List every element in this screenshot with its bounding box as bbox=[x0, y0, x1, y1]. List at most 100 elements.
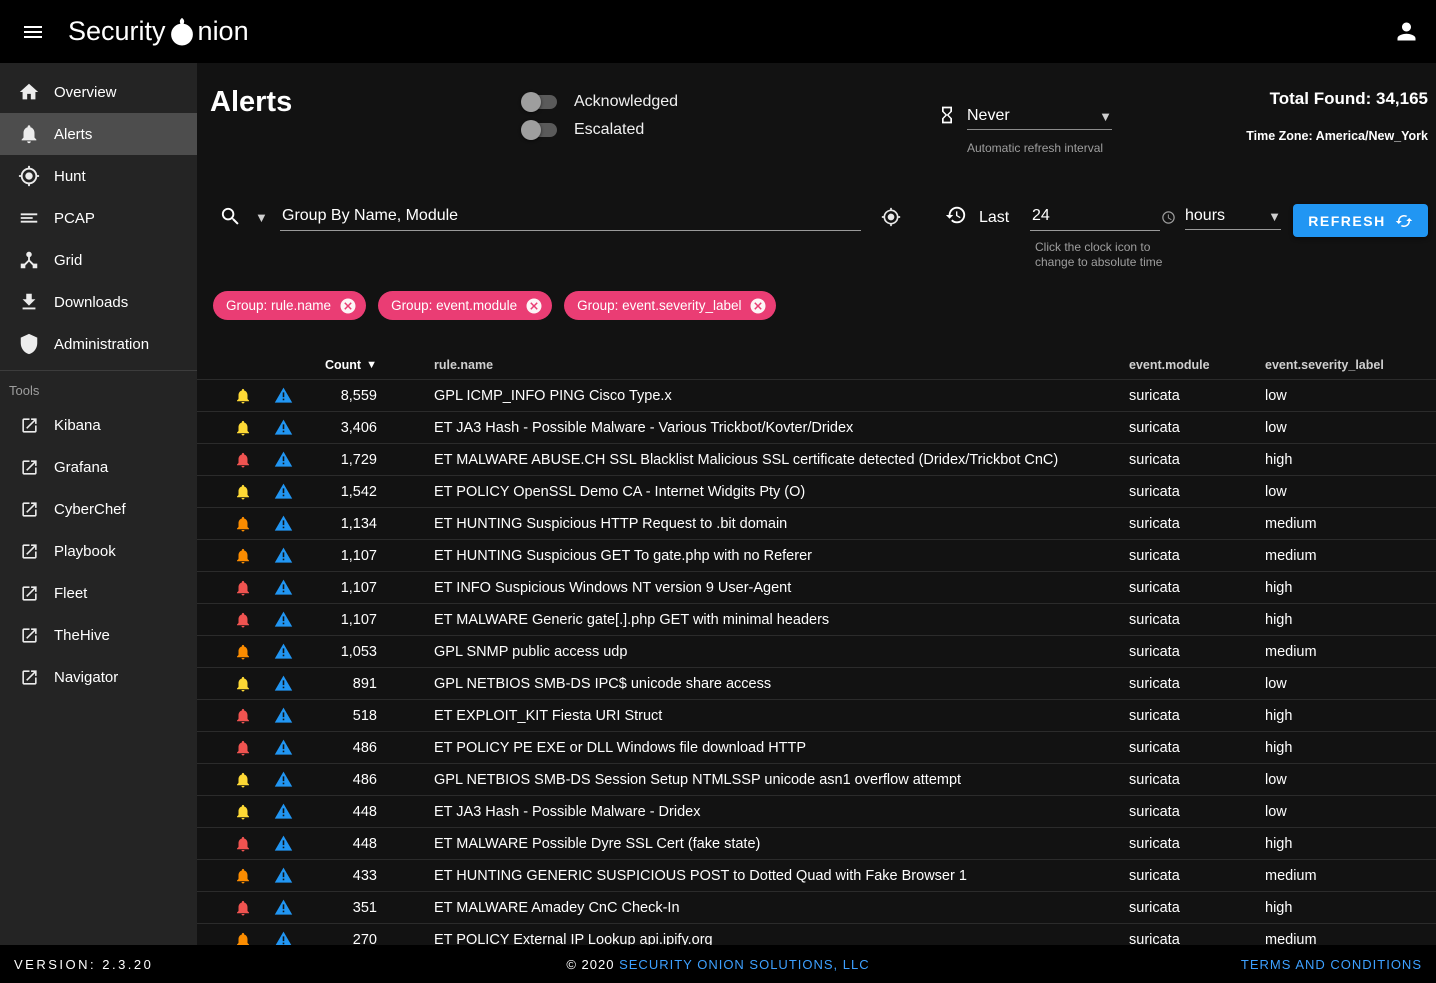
sidebar-item-pcap[interactable]: PCAP bbox=[0, 197, 197, 239]
tool-item-navigator[interactable]: Navigator bbox=[0, 656, 197, 698]
sidebar-item-downloads[interactable]: Downloads bbox=[0, 281, 197, 323]
alert-info-icon[interactable] bbox=[263, 386, 303, 405]
alert-bell-icon[interactable] bbox=[223, 739, 263, 757]
alert-bell-icon[interactable] bbox=[223, 547, 263, 565]
toggle-track[interactable] bbox=[523, 123, 557, 137]
table-row[interactable]: 448 ET MALWARE Possible Dyre SSL Cert (f… bbox=[197, 828, 1436, 860]
tool-item-playbook[interactable]: Playbook bbox=[0, 530, 197, 572]
sidebar-item-grid[interactable]: Grid bbox=[0, 239, 197, 281]
alert-bell-icon[interactable] bbox=[223, 707, 263, 725]
table-row[interactable]: 518 ET EXPLOIT_KIT Fiesta URI Struct sur… bbox=[197, 700, 1436, 732]
tool-item-fleet[interactable]: Fleet bbox=[0, 572, 197, 614]
alert-bell-icon[interactable] bbox=[223, 451, 263, 469]
menu-icon[interactable] bbox=[15, 14, 51, 50]
alert-info-icon[interactable] bbox=[263, 610, 303, 629]
alert-info-icon[interactable] bbox=[263, 546, 303, 565]
time-unit-select[interactable]: hours ▼ bbox=[1185, 203, 1281, 230]
alert-info-icon[interactable] bbox=[263, 642, 303, 661]
account-icon[interactable] bbox=[1393, 18, 1420, 45]
alert-bell-icon[interactable] bbox=[223, 931, 263, 946]
target-icon[interactable] bbox=[881, 207, 901, 227]
alert-info-icon[interactable] bbox=[263, 738, 303, 757]
alert-info-icon[interactable] bbox=[263, 930, 303, 945]
filter-chip[interactable]: Group: event.module bbox=[378, 291, 552, 320]
refresh-button[interactable]: REFRESH bbox=[1293, 204, 1428, 237]
alert-info-icon[interactable] bbox=[263, 418, 303, 437]
table-row[interactable]: 270 ET POLICY External IP Lookup api.ipi… bbox=[197, 924, 1436, 945]
history-icon[interactable] bbox=[945, 204, 967, 226]
column-header-rule-name[interactable]: rule.name bbox=[377, 358, 1129, 372]
sidebar-item-hunt[interactable]: Hunt bbox=[0, 155, 197, 197]
column-header-severity[interactable]: event.severity_label bbox=[1265, 358, 1436, 372]
alert-bell-icon[interactable] bbox=[223, 579, 263, 597]
close-icon[interactable] bbox=[525, 297, 543, 315]
column-header-count[interactable]: Count ▼ bbox=[303, 358, 377, 372]
clock-icon[interactable] bbox=[1161, 210, 1176, 225]
tool-item-grafana[interactable]: Grafana bbox=[0, 446, 197, 488]
terms-link[interactable]: TERMS AND CONDITIONS bbox=[1241, 957, 1422, 972]
alert-bell-icon[interactable] bbox=[223, 867, 263, 885]
table-row[interactable]: 1,134 ET HUNTING Suspicious HTTP Request… bbox=[197, 508, 1436, 540]
table-row[interactable]: 8,559 GPL ICMP_INFO PING Cisco Type.x su… bbox=[197, 380, 1436, 412]
sidebar-item-overview[interactable]: Overview bbox=[0, 71, 197, 113]
refresh-interval-select[interactable]: Never ▼ bbox=[967, 103, 1112, 130]
alert-info-icon[interactable] bbox=[263, 770, 303, 789]
table-row[interactable]: 1,107 ET MALWARE Generic gate[.].php GET… bbox=[197, 604, 1436, 636]
alert-bell-icon[interactable] bbox=[223, 419, 263, 437]
search-input[interactable] bbox=[280, 201, 861, 231]
alert-bell-icon[interactable] bbox=[223, 803, 263, 821]
copyright: © 2020 SECURITY ONION SOLUTIONS, LLC bbox=[0, 957, 1436, 972]
alert-info-icon[interactable] bbox=[263, 578, 303, 597]
table-row[interactable]: 891 GPL NETBIOS SMB-DS IPC$ unicode shar… bbox=[197, 668, 1436, 700]
toggle-track[interactable] bbox=[523, 95, 557, 109]
copyright-link[interactable]: SECURITY ONION SOLUTIONS, LLC bbox=[619, 957, 870, 972]
time-value-input[interactable] bbox=[1030, 201, 1160, 231]
alert-bell-icon[interactable] bbox=[223, 835, 263, 853]
table-row[interactable]: 3,406 ET JA3 Hash - Possible Malware - V… bbox=[197, 412, 1436, 444]
filter-chip[interactable]: Group: rule.name bbox=[213, 291, 366, 320]
tool-item-kibana[interactable]: Kibana bbox=[0, 404, 197, 446]
top-bar: Security nion bbox=[0, 0, 1436, 63]
table-row[interactable]: 1,053 GPL SNMP public access udp suricat… bbox=[197, 636, 1436, 668]
table-row[interactable]: 351 ET MALWARE Amadey CnC Check-In suric… bbox=[197, 892, 1436, 924]
table-row[interactable]: 448 ET JA3 Hash - Possible Malware - Dri… bbox=[197, 796, 1436, 828]
tool-item-cyberchef[interactable]: CyberChef bbox=[0, 488, 197, 530]
alert-bell-icon[interactable] bbox=[223, 771, 263, 789]
close-icon[interactable] bbox=[749, 297, 767, 315]
severity-cell: medium bbox=[1265, 932, 1436, 946]
close-icon[interactable] bbox=[339, 297, 357, 315]
alert-bell-icon[interactable] bbox=[223, 611, 263, 629]
alert-info-icon[interactable] bbox=[263, 866, 303, 885]
sidebar-item-administration[interactable]: Administration bbox=[0, 323, 197, 365]
table-row[interactable]: 433 ET HUNTING GENERIC SUSPICIOUS POST t… bbox=[197, 860, 1436, 892]
alert-info-icon[interactable] bbox=[263, 834, 303, 853]
search-icon[interactable] bbox=[219, 205, 242, 228]
alert-bell-icon[interactable] bbox=[223, 515, 263, 533]
filter-chip[interactable]: Group: event.severity_label bbox=[564, 291, 776, 320]
alert-bell-icon[interactable] bbox=[223, 675, 263, 693]
table-row[interactable]: 1,542 ET POLICY OpenSSL Demo CA - Intern… bbox=[197, 476, 1436, 508]
alert-info-icon[interactable] bbox=[263, 898, 303, 917]
alert-info-icon[interactable] bbox=[263, 674, 303, 693]
search-mode-chevron-icon[interactable]: ▼ bbox=[255, 210, 268, 225]
table-row[interactable]: 1,729 ET MALWARE ABUSE.CH SSL Blacklist … bbox=[197, 444, 1436, 476]
table-row[interactable]: 1,107 ET HUNTING Suspicious GET To gate.… bbox=[197, 540, 1436, 572]
alert-info-icon[interactable] bbox=[263, 514, 303, 533]
sidebar-item-alerts[interactable]: Alerts bbox=[0, 113, 197, 155]
alert-bell-icon[interactable] bbox=[223, 483, 263, 501]
alert-bell-icon[interactable] bbox=[223, 899, 263, 917]
alert-bell-icon[interactable] bbox=[223, 643, 263, 661]
table-row[interactable]: 486 ET POLICY PE EXE or DLL Windows file… bbox=[197, 732, 1436, 764]
toggle-escalated[interactable]: Escalated bbox=[523, 116, 678, 144]
table-row[interactable]: 486 GPL NETBIOS SMB-DS Session Setup NTM… bbox=[197, 764, 1436, 796]
toggle-acknowledged[interactable]: Acknowledged bbox=[523, 88, 678, 116]
alert-info-icon[interactable] bbox=[263, 450, 303, 469]
alert-info-icon[interactable] bbox=[263, 706, 303, 725]
alert-info-icon[interactable] bbox=[263, 482, 303, 501]
table-row[interactable]: 1,107 ET INFO Suspicious Windows NT vers… bbox=[197, 572, 1436, 604]
tool-item-thehive[interactable]: TheHive bbox=[0, 614, 197, 656]
column-header-event-module[interactable]: event.module bbox=[1129, 358, 1265, 372]
alert-info-icon[interactable] bbox=[263, 802, 303, 821]
rule-name-cell: ET JA3 Hash - Possible Malware - Dridex bbox=[377, 804, 1129, 820]
alert-bell-icon[interactable] bbox=[223, 387, 263, 405]
